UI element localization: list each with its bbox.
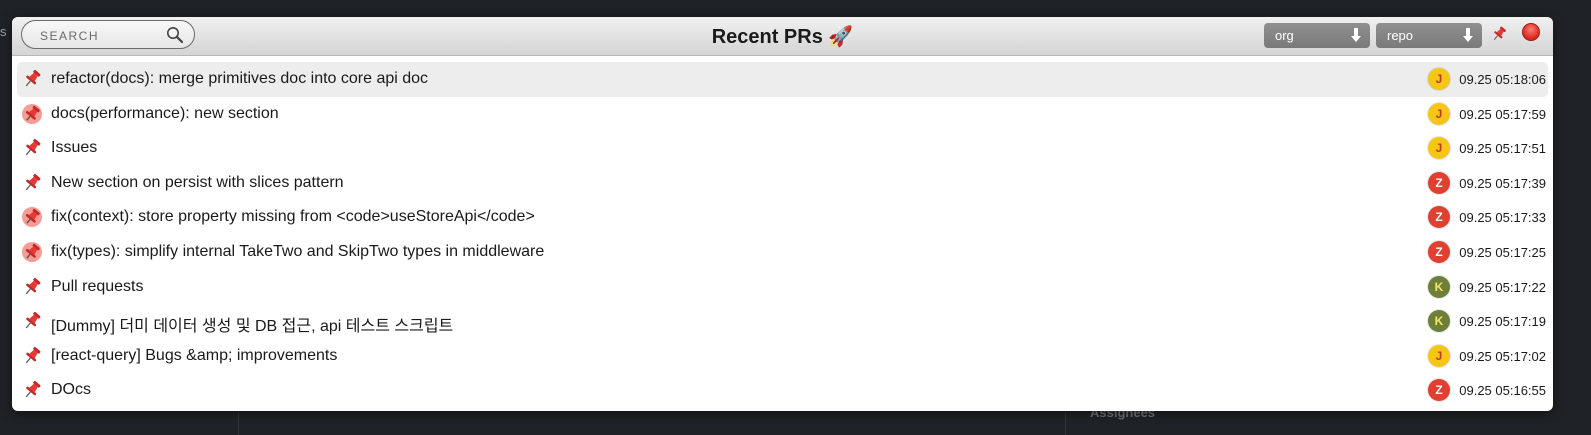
- org-dropdown-label: org: [1275, 28, 1294, 43]
- pr-timestamp: 09.25 05:17:39: [1459, 175, 1546, 191]
- author-avatar: K: [1428, 310, 1450, 333]
- pr-title[interactable]: refactor(docs): merge primitives doc int…: [51, 70, 428, 88]
- pr-row[interactable]: Issues J 09.25 05:17:51: [17, 131, 1548, 166]
- background-divider: [1065, 412, 1066, 435]
- pr-timestamp: 09.25 05:17:59: [1459, 106, 1546, 122]
- background-divider: [238, 412, 239, 435]
- arrow-down-icon: [1350, 27, 1362, 46]
- pr-timestamp: 09.25 05:16:55: [1459, 383, 1546, 399]
- background-left-text: s: [0, 24, 7, 39]
- pr-row[interactable]: DOcs Z 09.25 05:16:55: [17, 373, 1548, 408]
- repo-dropdown-label: repo: [1387, 28, 1414, 43]
- pushpin-icon[interactable]: [21, 68, 43, 90]
- pr-row[interactable]: docs(performance): new section J 09.25 05:…: [17, 97, 1548, 132]
- pr-timestamp: 09.25 05:17:02: [1459, 348, 1546, 364]
- pushpin-icon[interactable]: [21, 345, 43, 367]
- pushpin-icon[interactable]: [21, 379, 43, 401]
- repo-dropdown[interactable]: repo: [1376, 23, 1482, 48]
- pr-title[interactable]: fix(context): store property missing fro…: [51, 208, 535, 226]
- pr-timestamp: 09.25 05:17:22: [1459, 279, 1546, 295]
- pr-row[interactable]: New section on persist with slices patte…: [17, 166, 1548, 201]
- author-avatar: Z: [1428, 171, 1450, 194]
- arrow-down-icon: [1462, 27, 1474, 46]
- pin-window-button[interactable]: [1490, 25, 1508, 48]
- pushpin-icon[interactable]: [21, 172, 43, 194]
- pr-row[interactable]: [Dummy] 더미 데이터 생성 및 DB 접근, api 테스트 스크립트 K…: [17, 304, 1548, 339]
- pr-timestamp: 09.25 05:18:06: [1459, 72, 1546, 87]
- pushpin-icon[interactable]: [21, 241, 43, 263]
- pr-row[interactable]: fix(context): store property missing fro…: [17, 200, 1548, 235]
- author-avatar: J: [1428, 137, 1450, 160]
- pushpin-icon[interactable]: [21, 206, 43, 228]
- author-avatar: J: [1428, 68, 1450, 90]
- pr-title[interactable]: Pull requests: [51, 278, 144, 296]
- pr-title[interactable]: DOcs: [51, 381, 91, 399]
- pr-title[interactable]: [react-query] Bugs &amp; improvements: [51, 347, 337, 365]
- pushpin-icon[interactable]: [21, 310, 43, 332]
- pr-title[interactable]: fix(types): simplify internal TakeTwo an…: [51, 243, 544, 261]
- pr-row[interactable]: Pull requests K 09.25 05:17:22: [17, 270, 1548, 305]
- pr-timestamp: 09.25 05:17:19: [1459, 314, 1546, 330]
- pushpin-icon: [1493, 26, 1506, 41]
- pr-timestamp: 09.25 05:17:33: [1459, 210, 1546, 226]
- title-bar: Recent PRs 🚀 org repo: [12, 17, 1553, 56]
- author-avatar: J: [1428, 102, 1450, 125]
- pr-title[interactable]: New section on persist with slices patte…: [51, 174, 344, 192]
- pr-timestamp: 09.25 05:17:25: [1459, 244, 1546, 260]
- author-avatar: J: [1428, 344, 1450, 367]
- pr-title[interactable]: docs(performance): new section: [51, 105, 279, 123]
- pr-timestamp: 09.25 05:17:51: [1459, 141, 1546, 157]
- pushpin-icon[interactable]: [21, 103, 43, 125]
- org-dropdown[interactable]: org: [1264, 23, 1370, 48]
- close-button[interactable]: [1522, 23, 1540, 41]
- recent-prs-window: Recent PRs 🚀 org repo: [12, 17, 1553, 411]
- author-avatar: Z: [1428, 379, 1450, 402]
- pr-row[interactable]: fix(types): simplify internal TakeTwo an…: [17, 235, 1548, 270]
- pushpin-icon[interactable]: [21, 276, 43, 298]
- pr-title[interactable]: [Dummy] 더미 데이터 생성 및 DB 접근, api 테스트 스크립트: [51, 312, 453, 336]
- pr-list: refactor(docs): merge primitives doc int…: [17, 62, 1548, 408]
- author-avatar: Z: [1428, 206, 1450, 229]
- pr-row[interactable]: [react-query] Bugs &amp; improvements J 09…: [17, 339, 1548, 374]
- author-avatar: K: [1428, 275, 1450, 298]
- pr-title[interactable]: Issues: [51, 139, 97, 157]
- pushpin-icon[interactable]: [21, 137, 43, 159]
- pr-row[interactable]: refactor(docs): merge primitives doc int…: [17, 62, 1548, 97]
- author-avatar: Z: [1428, 240, 1450, 263]
